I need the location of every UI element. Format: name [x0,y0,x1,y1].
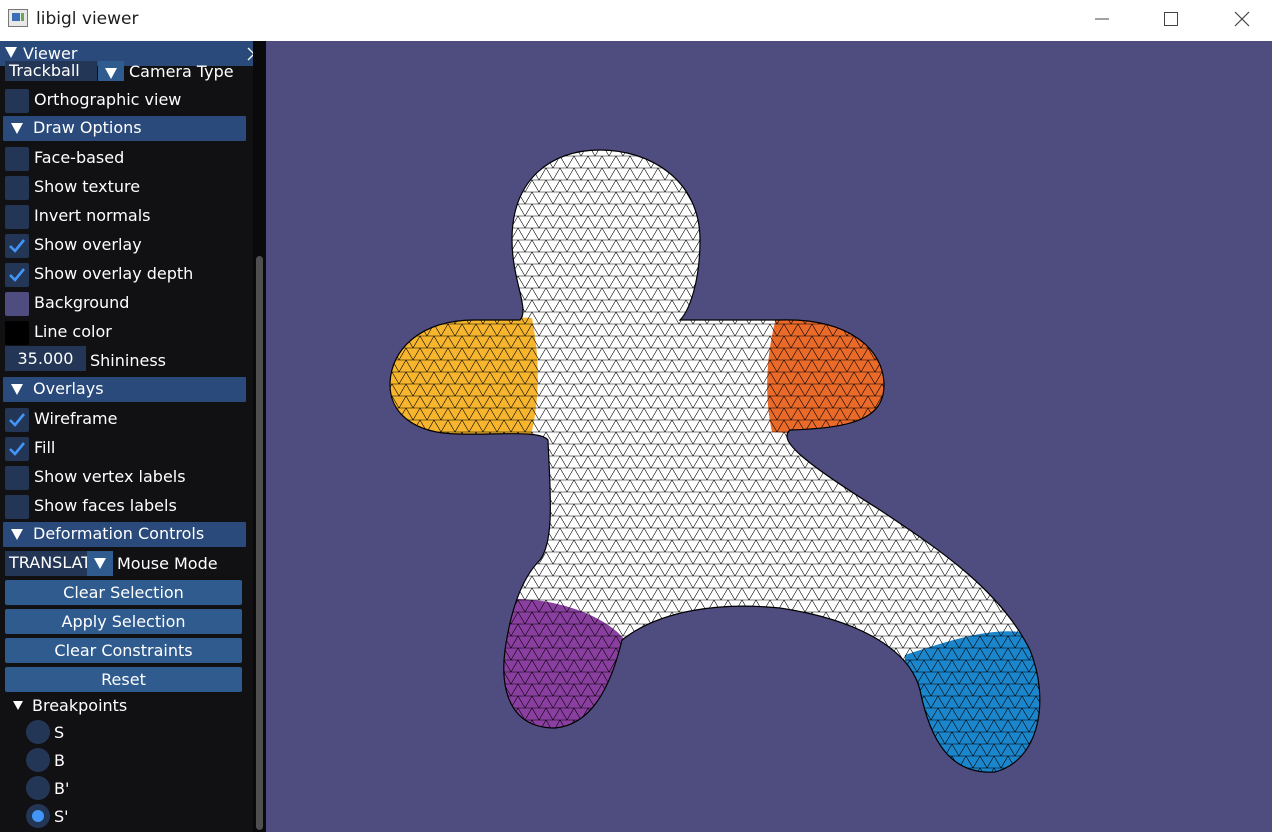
viewer-panel: Viewer Trackball Camera Type Orthographi… [0,41,266,832]
face-based-box[interactable] [5,147,29,171]
wireframe-label: Wireframe [34,409,118,428]
show-overlay-label: Show overlay [34,235,142,254]
background-color-row: Background [0,289,252,318]
camera-type-value: Trackball [9,61,80,80]
breakpoint-radio-s-prime[interactable] [26,804,50,828]
breakpoint-label-b: B [54,751,65,770]
clear-selection-button[interactable]: Clear Selection [5,580,242,605]
show-overlay-depth-box[interactable] [5,263,29,287]
maximize-icon [1164,12,1178,26]
overlays-header[interactable]: Overlays [3,377,246,402]
mouse-mode-dropdown-icon[interactable] [87,551,113,576]
orthographic-view-checkbox[interactable]: Orthographic view [0,86,252,115]
camera-type-combo[interactable]: Trackball [5,61,97,81]
panel-scrollbar[interactable] [253,41,266,832]
breakpoint-radio-s[interactable] [26,720,50,744]
show-texture-label: Show texture [34,177,141,196]
show-faces-labels-label: Show faces labels [34,496,177,515]
show-vertex-labels-label: Show vertex labels [34,467,186,486]
maximize-button[interactable] [1148,0,1194,38]
collapse-arrow-icon[interactable] [5,47,17,58]
invert-normals-box[interactable] [5,205,29,229]
breakpoints-tree-node[interactable]: Breakpoints [32,696,127,715]
mouse-mode-value: TRANSLATE [9,553,87,572]
camera-type-dropdown-icon[interactable] [98,61,124,81]
shininess-drag-input[interactable]: 35.000 [5,346,86,371]
apply-selection-button[interactable]: Apply Selection [5,609,242,634]
reset-button[interactable]: Reset [5,667,242,692]
checkmark-icon [9,442,26,456]
mouse-mode-label: Mouse Mode [117,554,218,573]
minimize-button[interactable] [1079,0,1125,38]
breakpoint-radio-b[interactable] [26,748,50,772]
deformation-controls-title: Deformation Controls [33,524,205,543]
orthographic-view-label: Orthographic view [34,90,182,109]
deformation-controls-header[interactable]: Deformation Controls [3,522,246,547]
line-color-row: Line color [0,318,252,347]
wireframe-overlay [390,150,1040,773]
show-overlay-depth-checkbox[interactable]: Show overlay depth [0,260,252,289]
show-faces-labels-box[interactable] [5,495,29,519]
overlays-title: Overlays [33,379,104,398]
title-bar: libigl viewer [0,0,1272,41]
mouse-mode-combo[interactable]: TRANSLATE [5,551,87,576]
shininess-label: Shininess [90,351,166,370]
line-color-swatch[interactable] [5,321,29,345]
breakpoint-label-s: S [54,723,65,742]
scrollbar-thumb[interactable] [256,256,263,830]
show-texture-checkbox[interactable]: Show texture [0,173,252,202]
mesh-canvas[interactable] [266,41,1272,832]
background-color-swatch[interactable] [5,292,29,316]
clear-constraints-button[interactable]: Clear Constraints [5,638,242,663]
line-color-label: Line color [34,322,112,341]
checkmark-icon [9,413,26,427]
collapse-arrow-icon [11,123,23,134]
background-label: Background [34,293,130,312]
show-overlay-depth-label: Show overlay depth [34,264,194,283]
show-texture-box[interactable] [5,176,29,200]
wireframe-box[interactable] [5,408,29,432]
collapse-arrow-icon [11,384,23,395]
show-overlay-checkbox[interactable]: Show overlay [0,231,252,260]
camera-type-label: Camera Type [129,62,234,81]
face-based-label: Face-based [34,148,125,167]
show-vertex-labels-checkbox[interactable]: Show vertex labels [0,463,252,492]
window-title: libigl viewer [36,9,139,29]
orthographic-view-box[interactable] [5,89,29,113]
show-vertex-labels-box[interactable] [5,466,29,490]
app-icon [8,9,28,27]
breakpoint-label-s-prime: S' [54,807,69,826]
show-overlay-box[interactable] [5,234,29,258]
breakpoint-label-b-prime: B' [54,779,70,798]
collapse-arrow-icon [11,529,23,540]
show-faces-labels-checkbox[interactable]: Show faces labels [0,492,252,521]
face-based-checkbox[interactable]: Face-based [0,144,252,173]
fill-label: Fill [34,438,56,457]
fill-checkbox[interactable]: Fill [0,434,252,463]
wireframe-checkbox[interactable]: Wireframe [0,405,252,434]
invert-normals-label: Invert normals [34,206,151,225]
breakpoint-radio-b-prime[interactable] [26,776,50,800]
close-window-button[interactable] [1219,0,1265,38]
invert-normals-checkbox[interactable]: Invert normals [0,202,252,231]
checkmark-icon [9,239,26,253]
minimize-icon [1095,18,1109,20]
fill-box[interactable] [5,437,29,461]
close-icon [1234,11,1250,27]
draw-options-title: Draw Options [33,118,142,137]
checkmark-icon [9,268,26,282]
breakpoints-tree-arrow-icon[interactable] [13,701,23,710]
draw-options-header[interactable]: Draw Options [3,116,246,141]
